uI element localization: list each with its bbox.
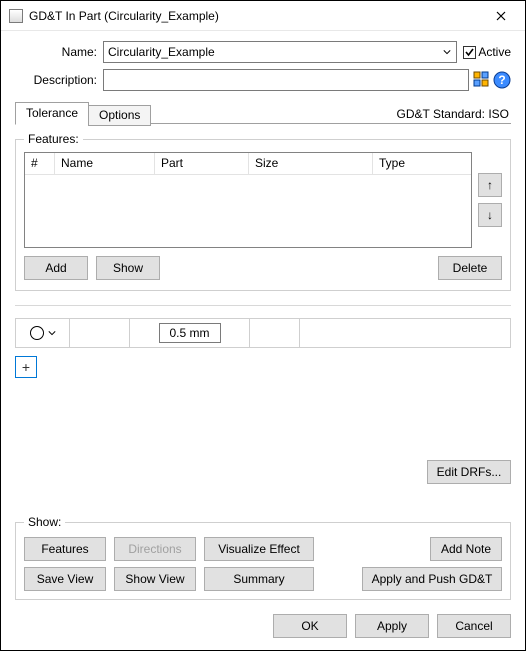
table-header: # Name Part Size Type <box>25 153 471 175</box>
settings-icon-button[interactable] <box>473 71 491 89</box>
features-button[interactable]: Features <box>24 537 106 561</box>
show-button[interactable]: Show <box>96 256 160 280</box>
col-num[interactable]: # <box>25 153 55 175</box>
add-tolerance-row-button[interactable]: + <box>15 356 37 378</box>
features-table[interactable]: # Name Part Size Type <box>24 152 472 248</box>
show-view-button[interactable]: Show View <box>114 567 196 591</box>
features-legend: Features: <box>24 132 83 146</box>
svg-text:?: ? <box>498 73 505 87</box>
close-icon <box>496 11 506 21</box>
visualize-effect-button[interactable]: Visualize Effect <box>204 537 314 561</box>
arrow-up-icon: ↑ <box>487 178 493 192</box>
save-view-button[interactable]: Save View <box>24 567 106 591</box>
tolerance-modifier-cell[interactable] <box>70 319 130 347</box>
ok-button[interactable]: OK <box>273 614 347 638</box>
col-part[interactable]: Part <box>155 153 249 175</box>
app-icon <box>9 9 23 23</box>
chevron-down-icon <box>440 45 454 59</box>
tolerance-extra-cell[interactable] <box>250 319 300 347</box>
col-name[interactable]: Name <box>55 153 155 175</box>
tab-bar: Tolerance Options GD&T Standard: ISO <box>15 101 511 124</box>
tolerance-value-cell[interactable]: 0.5 mm <box>130 319 250 347</box>
col-size[interactable]: Size <box>249 153 373 175</box>
apply-push-gdt-button[interactable]: Apply and Push GD&T <box>362 567 502 591</box>
arrow-down-icon: ↓ <box>487 208 493 222</box>
dialog-footer: OK Apply Cancel <box>273 614 511 638</box>
description-input[interactable] <box>103 69 469 91</box>
active-checkbox[interactable]: Active <box>463 45 511 59</box>
directions-button: Directions <box>114 537 196 561</box>
tolerance-datum-cell[interactable] <box>300 319 510 347</box>
move-up-button[interactable]: ↑ <box>478 173 502 197</box>
gdt-standard-label: GD&T Standard: ISO <box>397 107 510 121</box>
close-button[interactable] <box>479 2 523 30</box>
summary-button[interactable]: Summary <box>204 567 314 591</box>
divider <box>15 305 511 306</box>
active-label: Active <box>478 45 511 59</box>
circularity-icon <box>30 326 44 340</box>
tab-options[interactable]: Options <box>88 105 151 126</box>
show-legend: Show: <box>24 515 65 529</box>
window-title: GD&T In Part (Circularity_Example) <box>29 9 479 23</box>
add-button[interactable]: Add <box>24 256 88 280</box>
checkbox-icon <box>463 46 476 59</box>
titlebar: GD&T In Part (Circularity_Example) <box>1 1 525 31</box>
description-label: Description: <box>15 73 103 87</box>
show-group: Show: Features Directions Visualize Effe… <box>15 515 511 600</box>
tolerance-row: 0.5 mm <box>15 318 511 348</box>
features-group: Features: # Name Part Size Type ↑ ↓ <box>15 132 511 291</box>
apply-button[interactable]: Apply <box>355 614 429 638</box>
name-label: Name: <box>15 45 103 59</box>
add-note-button[interactable]: Add Note <box>430 537 502 561</box>
tab-tolerance[interactable]: Tolerance <box>15 102 89 125</box>
chevron-down-icon <box>48 326 56 340</box>
edit-drfs-button[interactable]: Edit DRFs... <box>427 460 511 484</box>
delete-button[interactable]: Delete <box>438 256 502 280</box>
tolerance-value-input[interactable]: 0.5 mm <box>159 323 221 343</box>
move-down-button[interactable]: ↓ <box>478 203 502 227</box>
cancel-button[interactable]: Cancel <box>437 614 511 638</box>
name-combo[interactable]: Circularity_Example <box>103 41 457 63</box>
col-type[interactable]: Type <box>373 153 471 175</box>
name-value: Circularity_Example <box>108 45 215 59</box>
tolerance-symbol-dropdown[interactable] <box>16 319 70 347</box>
help-icon-button[interactable]: ? <box>493 71 511 89</box>
